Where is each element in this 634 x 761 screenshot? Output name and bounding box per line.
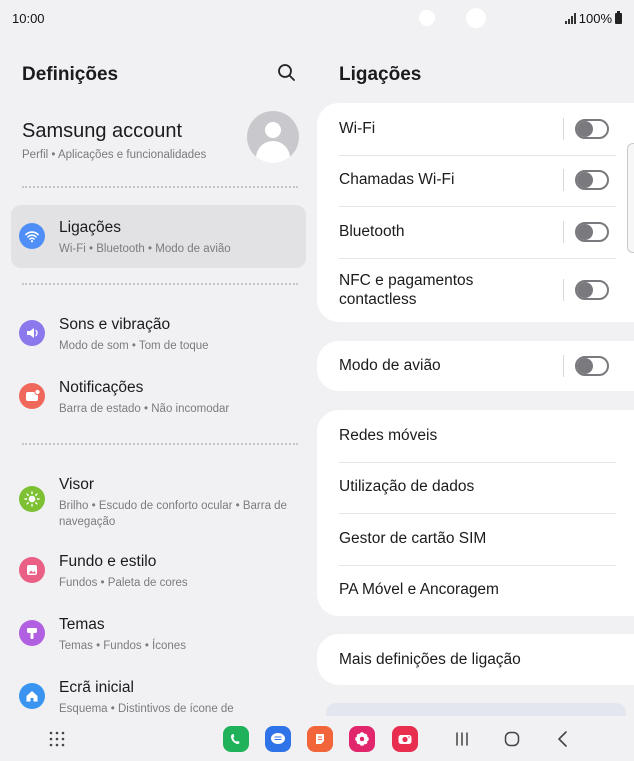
notification-icon: [19, 383, 45, 409]
menu-item-subtitle: Fundos • Paleta de cores: [59, 577, 188, 589]
divider: [22, 186, 298, 188]
row-label: NFC e pagamentos contactless: [339, 271, 474, 308]
apps-grid-icon[interactable]: [44, 726, 70, 752]
divider: [563, 355, 564, 377]
row-label: Wi-Fi: [339, 119, 376, 137]
row-label: Chamadas Wi-Fi: [339, 171, 455, 189]
status-indicators: 100%: [564, 11, 622, 26]
airplane-mode-row[interactable]: Modo de avião: [317, 341, 634, 391]
sidebar-item-ligacoes[interactable]: Ligações Wi-Fi • Bluetooth • Modo de avi…: [11, 205, 306, 268]
connections-card: Wi-Fi Chamadas Wi-Fi Bluetooth NFC e pag…: [317, 103, 634, 322]
battery-percent: 100%: [578, 11, 612, 26]
menu-item-title: Ecrã inicial: [59, 679, 134, 696]
network-card: Redes móveis Utilização de dados Gestor …: [317, 410, 634, 616]
samsung-account[interactable]: Samsung account Perfil • Aplicações e fu…: [22, 120, 206, 161]
camera-cutout: [419, 10, 435, 26]
divider: [22, 283, 298, 285]
menu-item-title: Temas: [59, 616, 105, 633]
account-subtitle: Perfil • Aplicações e funcionalidades: [22, 149, 207, 161]
menu-item-title: Fundo e estilo: [59, 553, 157, 570]
data-usage-row[interactable]: Utilização de dados: [317, 461, 634, 514]
row-label: Mais definições de ligação: [339, 650, 521, 668]
status-time: 10:00: [12, 11, 45, 26]
menu-item-subtitle: Wi-Fi • Bluetooth • Modo de avião: [59, 243, 231, 255]
account-name: Samsung account: [22, 120, 183, 142]
more-settings-row[interactable]: Mais definições de ligação: [317, 634, 634, 685]
airplane-mode-toggle[interactable]: [575, 356, 609, 376]
home-button[interactable]: [499, 726, 525, 752]
row-label: Utilização de dados: [339, 478, 475, 496]
row-label: Redes móveis: [339, 426, 438, 444]
home-icon: [19, 683, 45, 709]
navigation-bar: [0, 716, 634, 761]
signal-icon: [564, 13, 576, 24]
divider: [22, 443, 298, 445]
search-icon[interactable]: [276, 62, 298, 84]
notes-app-icon[interactable]: [307, 726, 333, 752]
menu-item-title: Notificações: [59, 379, 144, 396]
mobile-networks-row[interactable]: Redes móveis: [317, 410, 634, 462]
menu-item-subtitle: Modo de som • Tom de toque: [59, 340, 209, 352]
back-button[interactable]: [550, 726, 576, 752]
nfc-row[interactable]: NFC e pagamentos contactless: [317, 257, 634, 322]
divider: [563, 220, 564, 243]
sidebar-item-temas[interactable]: Temas Temas • Fundos • Ícones: [11, 602, 306, 662]
status-bar: 10:00 100%: [0, 0, 634, 36]
wifi-toggle[interactable]: [575, 118, 609, 139]
sidebar-item-sons[interactable]: Sons e vibração Modo de som • Tom de toq…: [11, 302, 306, 362]
airplane-card: Modo de avião: [317, 341, 634, 391]
wallpaper-icon: [19, 557, 45, 583]
volume-icon: [19, 320, 45, 346]
bluetooth-toggle[interactable]: [575, 221, 609, 242]
wifi-calling-toggle[interactable]: [575, 170, 609, 191]
divider: [563, 169, 564, 192]
gallery-app-icon[interactable]: [349, 726, 375, 752]
battery-icon: [615, 11, 622, 24]
sidebar-item-fundo[interactable]: Fundo e estilo Fundos • Paleta de cores: [11, 539, 306, 599]
brightness-icon: [19, 486, 45, 512]
detail-title: Ligações: [339, 64, 422, 85]
camera-app-icon[interactable]: [392, 726, 418, 752]
row-label: Gestor de cartão SIM: [339, 529, 487, 547]
messages-app-icon[interactable]: [265, 726, 291, 752]
sidebar-item-visor[interactable]: Visor Brilho • Escudo de conforto ocular…: [11, 462, 306, 538]
more-card: Mais definições de ligação: [317, 634, 634, 685]
page-title: Definições: [22, 64, 119, 85]
divider: [563, 278, 564, 301]
row-label: Bluetooth: [339, 222, 405, 240]
bluetooth-row[interactable]: Bluetooth: [317, 206, 634, 258]
menu-item-title: Visor: [59, 476, 95, 493]
sidebar-item-notificacoes[interactable]: Notificações Barra de estado • Não incom…: [11, 365, 306, 425]
wifi-icon: [19, 223, 45, 249]
phone-app-icon[interactable]: [223, 726, 249, 752]
sim-manager-row[interactable]: Gestor de cartão SIM: [317, 513, 634, 565]
divider: [563, 117, 564, 140]
row-label: PA Móvel e Ancoragem: [339, 581, 499, 599]
hotspot-row[interactable]: PA Móvel e Ancoragem: [317, 564, 634, 617]
menu-item-subtitle: Temas • Fundos • Ícones: [59, 640, 186, 652]
menu-item-title: Ligações: [59, 219, 122, 236]
settings-panel: Definições Samsung account Perfil • Apli…: [0, 36, 316, 716]
themes-icon: [19, 620, 45, 646]
camera-cutout: [466, 8, 486, 28]
menu-item-subtitle: Barra de estado • Não incomodar: [59, 403, 230, 415]
recent-apps-button[interactable]: [449, 726, 475, 752]
nfc-toggle[interactable]: [575, 279, 609, 300]
edge-panel-handle[interactable]: [627, 143, 634, 253]
avatar[interactable]: [247, 111, 299, 163]
wifi-row[interactable]: Wi-Fi: [317, 103, 634, 155]
menu-item-subtitle: Esquema • Distintivos de ícone de: [59, 703, 234, 715]
menu-item-subtitle: Brilho • Escudo de conforto ocular • Bar…: [59, 500, 287, 528]
sidebar-item-ecra-inicial[interactable]: Ecrã inicial Esquema • Distintivos de íc…: [11, 665, 306, 716]
row-label: Modo de avião: [339, 357, 441, 374]
menu-item-title: Sons e vibração: [59, 316, 171, 333]
wifi-calling-row[interactable]: Chamadas Wi-Fi: [317, 154, 634, 207]
